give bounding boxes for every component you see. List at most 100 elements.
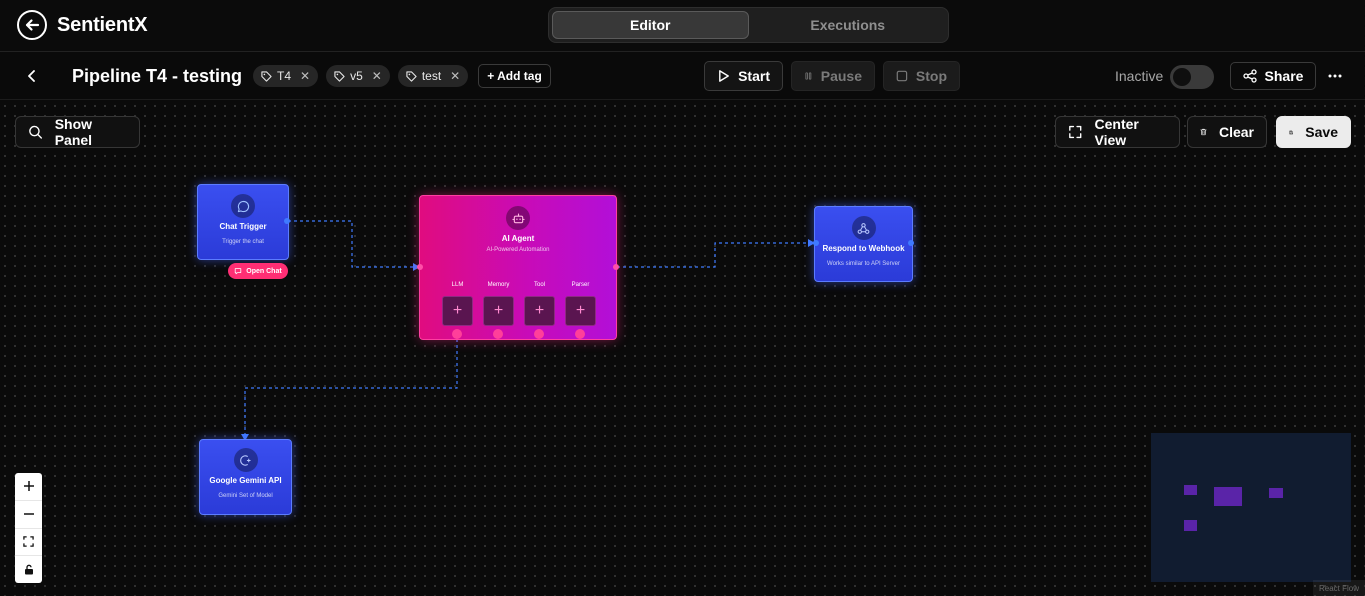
edge-agent-to-gemini	[244, 339, 458, 435]
slot-label: Memory	[487, 282, 510, 288]
slot-parser: Parser +	[565, 282, 596, 326]
minimap-node	[1184, 485, 1197, 495]
stop-label: Stop	[915, 68, 947, 84]
pause-icon	[805, 72, 812, 80]
slot-llm: LLM +	[442, 282, 473, 326]
parser-handle[interactable]	[575, 329, 585, 339]
pause-label: Pause	[820, 68, 862, 84]
tag-label: test	[421, 69, 442, 83]
google-gemini-node[interactable]: Google Gemini API Gemini Set of Model	[199, 439, 292, 515]
center-view-label: Center View	[1094, 116, 1139, 148]
add-memory-button[interactable]: +	[483, 296, 514, 326]
add-tag-button[interactable]: + Add tag	[478, 64, 551, 88]
react-flow-attribution[interactable]: React Flow	[1313, 580, 1365, 596]
tool-handle[interactable]	[534, 329, 544, 339]
top-header: SentientX Editor Executions	[0, 0, 1365, 52]
show-panel-label: Show Panel	[54, 116, 93, 148]
minimap-node	[1214, 487, 1242, 506]
output-handle[interactable]	[284, 218, 290, 224]
chat-bubble-icon	[231, 194, 255, 218]
toggle-knob	[1173, 68, 1191, 86]
input-handle[interactable]	[813, 240, 819, 246]
memory-handle[interactable]	[493, 329, 503, 339]
more-options-icon[interactable]	[1326, 67, 1344, 85]
ai-agent-node[interactable]: AI Agent AI-Powered Automation LLM + Mem…	[419, 195, 617, 340]
slot-label: Parser	[571, 282, 590, 288]
open-chat-button[interactable]: Open Chat	[228, 263, 288, 279]
show-panel-button[interactable]: Show Panel	[15, 116, 140, 148]
minimap[interactable]	[1151, 433, 1351, 582]
webhook-icon	[851, 216, 876, 240]
flow-canvas[interactable]: Show Panel Center View Clear Save Chat T…	[0, 101, 1365, 596]
node-title: AI Agent	[501, 234, 535, 243]
tag-chip: v5 ✕	[326, 65, 390, 87]
clear-button[interactable]: Clear	[1187, 116, 1267, 148]
respond-to-webhook-node[interactable]: Respond to Webhook Works similar to API …	[814, 206, 913, 282]
zoom-controls	[15, 473, 42, 583]
tag-chip: T4 ✕	[253, 65, 319, 87]
slot-label: Tool	[533, 282, 545, 288]
app-name: SentientX	[57, 13, 148, 36]
lock-icon[interactable]	[15, 556, 42, 583]
share-icon	[1242, 69, 1257, 83]
chat-icon	[235, 268, 242, 275]
add-parser-button[interactable]: +	[565, 296, 596, 326]
stop-button[interactable]: Stop	[883, 61, 960, 91]
llm-handle[interactable]	[452, 329, 462, 339]
start-label: Start	[738, 68, 770, 84]
node-title: Respond to Webhook	[822, 244, 905, 253]
tab-executions[interactable]: Executions	[751, 11, 946, 39]
input-handle[interactable]	[417, 264, 423, 270]
node-title: Google Gemini API	[209, 476, 282, 485]
back-chevron-icon[interactable]	[24, 68, 40, 84]
share-label: Share	[1264, 68, 1304, 84]
node-subtitle: Works similar to API Server	[827, 261, 900, 267]
slot-memory: Memory +	[483, 282, 514, 326]
center-view-button[interactable]: Center View	[1055, 116, 1180, 148]
minimap-node	[1269, 488, 1283, 498]
edge-trigger-to-agent	[288, 220, 414, 268]
add-llm-button[interactable]: +	[442, 296, 473, 326]
remove-tag-icon[interactable]: ✕	[372, 69, 382, 83]
tab-editor[interactable]: Editor	[552, 11, 749, 39]
node-title: Chat Trigger	[219, 222, 267, 231]
share-button[interactable]: Share	[1230, 62, 1316, 90]
play-icon	[719, 70, 729, 82]
pause-button[interactable]: Pause	[791, 61, 875, 91]
output-handle[interactable]	[613, 264, 619, 270]
remove-tag-icon[interactable]: ✕	[300, 69, 310, 83]
fit-view-icon[interactable]	[15, 529, 42, 557]
view-switcher: Editor Executions	[548, 7, 949, 43]
remove-tag-icon[interactable]: ✕	[450, 69, 460, 83]
tag-icon	[406, 70, 417, 82]
save-button[interactable]: Save	[1276, 116, 1351, 148]
pipeline-title[interactable]: Pipeline T4 - testing	[72, 66, 242, 87]
start-button[interactable]: Start	[704, 61, 783, 91]
active-toggle[interactable]	[1170, 65, 1214, 89]
status-label: Inactive	[1115, 68, 1164, 84]
node-subtitle: AI-Powered Automation	[486, 247, 550, 253]
zoom-out-icon[interactable]	[15, 501, 42, 529]
pipeline-toolbar: Pipeline T4 - testing T4 ✕ v5 ✕ test ✕ +…	[0, 52, 1365, 100]
add-tool-button[interactable]: +	[524, 296, 555, 326]
slot-tool: Tool +	[524, 282, 555, 326]
tag-label: T4	[277, 69, 292, 83]
trash-icon	[1200, 128, 1207, 136]
save-label: Save	[1305, 124, 1338, 140]
tag-list: T4 ✕ v5 ✕ test ✕ + Add tag	[253, 64, 551, 88]
open-chat-label: Open Chat	[246, 267, 282, 275]
stop-icon	[896, 70, 908, 82]
edge-agent-to-webhook	[617, 242, 809, 268]
zoom-in-icon[interactable]	[15, 473, 42, 501]
save-icon	[1289, 130, 1293, 134]
node-subtitle: Gemini Set of Model	[218, 493, 273, 499]
tag-icon	[334, 70, 345, 82]
tag-chip: test ✕	[397, 65, 469, 87]
clear-label: Clear	[1218, 124, 1254, 140]
fullscreen-icon	[1069, 125, 1082, 139]
back-arrow-circle-icon[interactable]	[17, 10, 47, 40]
chat-trigger-node[interactable]: Chat Trigger Trigger the chat	[197, 184, 289, 260]
output-handle[interactable]	[908, 240, 914, 246]
minimap-node	[1184, 520, 1197, 531]
brand[interactable]: SentientX	[17, 10, 148, 40]
